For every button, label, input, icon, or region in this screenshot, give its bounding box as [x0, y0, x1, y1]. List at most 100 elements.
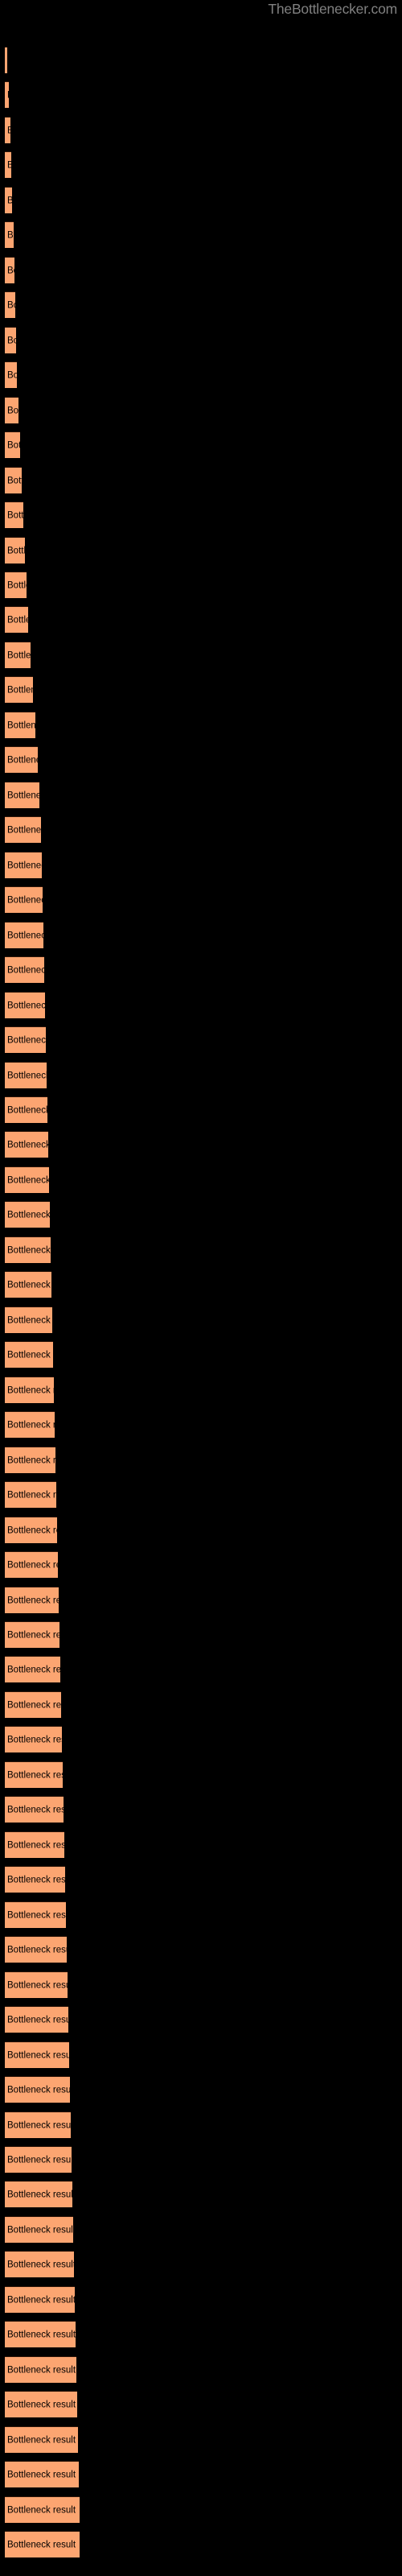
bar-32: Bottleneck result	[5, 1166, 49, 1193]
bar-24: Bottleneck result	[5, 886, 43, 913]
bar-label-clip: Bottleneck result	[5, 1972, 68, 1999]
bar-49: Bottleneck result	[5, 1761, 63, 1788]
bar-label: Bottleneck result	[7, 1700, 61, 1710]
bar-label: Bottleneck result	[7, 580, 27, 590]
bar-55: Bottleneck result	[5, 1971, 68, 1998]
bar-label-clip: Bottleneck result	[5, 328, 16, 354]
bar-label-clip: Bottleneck result	[5, 923, 43, 949]
bar-label-clip: Bottleneck result	[5, 1762, 63, 1789]
bar-label-clip: Bottleneck result	[5, 258, 14, 284]
bar-label-clip: Bottleneck result	[5, 1272, 51, 1298]
bar-15: Bottleneck result	[5, 572, 27, 598]
bar-label-clip: Bottleneck result	[5, 1587, 59, 1614]
bar-label: Bottleneck result	[7, 1630, 59, 1640]
bar-label-clip: Bottleneck result	[5, 292, 15, 319]
bar-label: Bottleneck result	[7, 861, 42, 870]
bar-label-clip: Bottleneck result	[5, 1692, 61, 1719]
bar-69: Bottleneck result	[5, 2461, 79, 2487]
bar-label-clip: Bottleneck result	[5, 1517, 57, 1544]
bar-label: Bottleneck result	[7, 1315, 52, 1325]
bar-45: Bottleneck result	[5, 1621, 59, 1648]
bar-label: Bottleneck result	[7, 1490, 56, 1500]
bar-label-clip: Bottleneck result	[5, 1027, 46, 1054]
bar-label: Bottleneck result	[7, 1980, 68, 1990]
bar-18: Bottleneck result	[5, 676, 33, 703]
bar-label: Bottleneck result	[7, 720, 35, 730]
bar-label: Bottleneck result	[7, 1071, 47, 1080]
bar-label: Bottleneck result	[7, 2190, 72, 2199]
bar-label-clip: Bottleneck result	[5, 118, 10, 144]
bar-33: Bottleneck result	[5, 1201, 50, 1228]
bar-7: Bottleneck result	[5, 291, 15, 318]
bar-label: Bottleneck result	[7, 1910, 66, 1920]
bar-label-clip: Bottleneck result	[5, 1097, 47, 1124]
bar-label: Bottleneck result	[7, 406, 18, 415]
bar-label: Bottleneck result	[7, 1280, 51, 1290]
bar-label: Bottleneck result	[7, 2050, 69, 2060]
bar-6: Bottleneck result	[5, 257, 14, 283]
bar-label-clip: Bottleneck result	[5, 1447, 55, 1474]
bar-51: Bottleneck result	[5, 1831, 64, 1858]
bar-label-clip: Bottleneck result	[5, 152, 11, 179]
bar-label: Bottleneck result	[7, 196, 12, 205]
bar-26: Bottleneck result	[5, 956, 44, 983]
bar-9: Bottleneck result	[5, 361, 17, 388]
bar-label: Bottleneck result	[7, 1420, 55, 1430]
bar-label-clip: Bottleneck result	[5, 817, 41, 844]
bar-label: Bottleneck result	[7, 825, 41, 835]
bar-label: Bottleneck result	[7, 370, 17, 380]
bar-label-clip: Bottleneck result	[5, 502, 23, 529]
bar-10: Bottleneck result	[5, 397, 18, 423]
bar-label: Bottleneck result	[7, 1875, 65, 1885]
bar-label: Bottleneck result	[7, 1840, 64, 1850]
bar-label: Bottleneck result	[7, 266, 14, 275]
bar-label-clip: Bottleneck result	[5, 607, 28, 634]
bar-5: Bottleneck result	[5, 221, 14, 248]
bar-63: Bottleneck result	[5, 2251, 74, 2277]
bar-label: Bottleneck result	[7, 1175, 49, 1185]
bar-label-clip: Bottleneck result	[5, 188, 12, 214]
bar-label: Bottleneck result	[7, 685, 33, 695]
bar-label: Bottleneck result	[7, 1525, 57, 1535]
bar-35: Bottleneck result	[5, 1271, 51, 1298]
bar-label: Bottleneck result	[7, 2260, 74, 2269]
bar-label: Bottleneck result	[7, 90, 9, 101]
bar-label-clip: Bottleneck result	[5, 362, 17, 389]
bar-label-clip: Bottleneck result	[5, 2252, 74, 2278]
bar-label-clip: Bottleneck result	[5, 2497, 80, 2524]
bar-label-clip: Bottleneck result	[5, 1063, 47, 1089]
bar-label-clip: Bottleneck result	[5, 1657, 60, 1683]
bar-label: Bottleneck result	[7, 230, 14, 240]
bar-58: Bottleneck result	[5, 2076, 70, 2103]
bar-label-clip: Bottleneck result	[5, 1167, 49, 1194]
bar-3: Bottleneck result	[5, 151, 11, 178]
bar-label: Bottleneck result	[7, 1350, 53, 1360]
bar-19: Bottleneck result	[5, 712, 35, 738]
bar-11: Bottleneck result	[5, 431, 20, 458]
bar-label-clip: Bottleneck result	[5, 852, 42, 879]
bar-71: Bottleneck result	[5, 2531, 80, 2557]
bar-36: Bottleneck result	[5, 1307, 52, 1333]
bar-53: Bottleneck result	[5, 1901, 66, 1928]
bar-label: Bottleneck result	[7, 2225, 73, 2235]
bar-label: Bottleneck result	[7, 755, 38, 765]
bar-label-clip: Bottleneck result	[5, 1622, 59, 1649]
bar-label-clip: Bottleneck result	[5, 47, 7, 74]
bar-38: Bottleneck result	[5, 1377, 54, 1403]
bar-label: Bottleneck result	[7, 1105, 47, 1115]
bar-label: Bottleneck result	[7, 546, 25, 555]
bar-61: Bottleneck result	[5, 2181, 72, 2207]
bar-label-clip: Bottleneck result	[5, 2007, 68, 2033]
bar-56: Bottleneck result	[5, 2006, 68, 2033]
bar-22: Bottleneck result	[5, 816, 41, 843]
bar-label-clip: Bottleneck result	[5, 538, 25, 564]
bar-label: Bottleneck result	[7, 2400, 76, 2409]
bar-label: Bottleneck result	[7, 895, 43, 905]
bar-label-clip: Bottleneck result	[5, 712, 35, 739]
bar-44: Bottleneck result	[5, 1587, 59, 1613]
bar-label-clip: Bottleneck result	[5, 2147, 72, 2174]
bar-label-clip: Bottleneck result	[5, 2322, 76, 2348]
bar-8: Bottleneck result	[5, 327, 16, 353]
bar-1: Bottleneck result	[5, 81, 9, 108]
bar-47: Bottleneck result	[5, 1691, 61, 1718]
